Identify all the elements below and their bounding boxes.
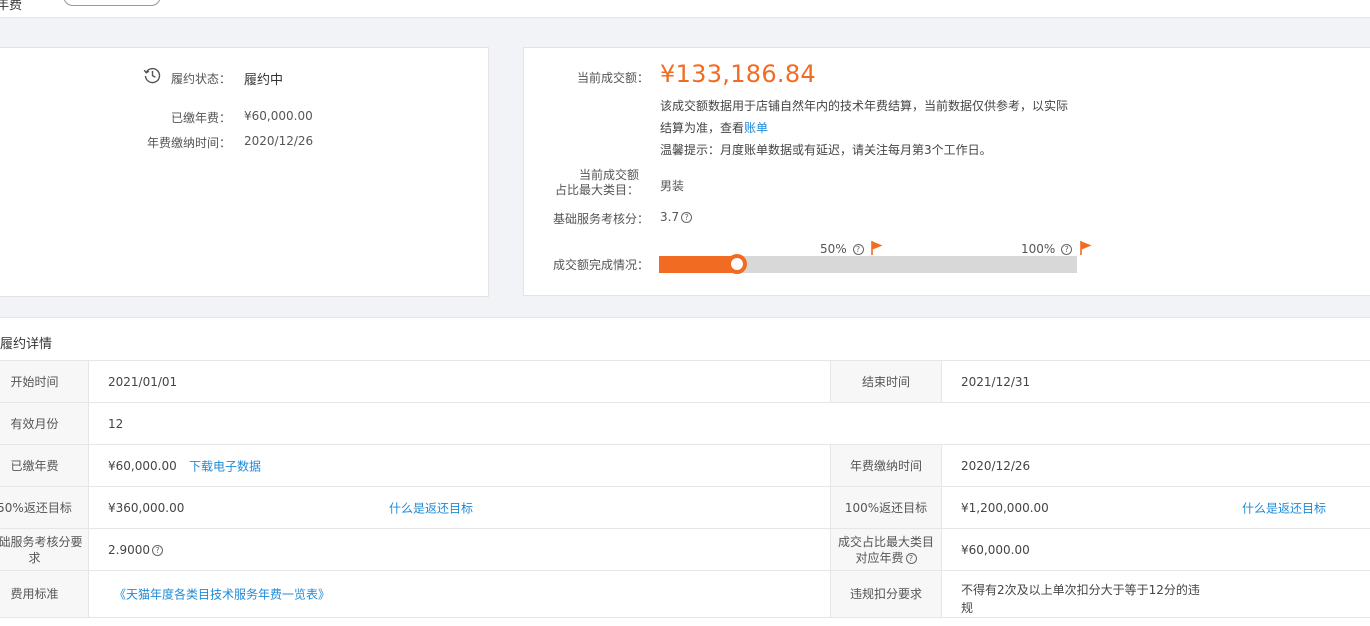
top-category-label: 当前成交额 占比最大类目： (534, 168, 639, 198)
status-label: 履约状态： (170, 72, 231, 86)
top-category-label-line2: 占比最大类目： (554, 183, 639, 197)
top-category-value: 男装 (660, 179, 685, 193)
valid-months-value: 12 (88, 402, 1370, 445)
start-time-value: 2021/01/01 (88, 360, 831, 403)
table-row: 50%返还目标 ¥360,000.00 什么是返还目标 100%返还目标 ¥1,… (0, 486, 1370, 529)
service-score-label: 基础服务考核分： (552, 212, 649, 226)
contract-status-card: 履约状态： 履约中 已缴年费： ¥60,000.00 年费缴纳时间： 2020/… (0, 47, 489, 297)
top-category-fee-line1: 成交占比最大类目 (837, 534, 934, 549)
marker-100-label: 100% (1021, 242, 1056, 256)
violation-requirement-value: 不得有2次及以上单次扣分大于等于12分的违 规 (941, 570, 1370, 618)
top-category-label-line1: 当前成交额 (578, 168, 639, 182)
service-score-number: 3.7 (660, 210, 680, 224)
progress-track (659, 256, 1077, 273)
paid-time-value: 2020/12/26 (244, 134, 314, 148)
table-row: 费用标准 《天猫年度各类目技术服务年费一览表》 违规扣分要求 不得有2次及以上单… (0, 570, 1370, 618)
service-score-value: 3.7? (660, 210, 693, 224)
violation-requirement-line2: 规 (961, 601, 974, 615)
violation-requirement-line1: 不得有2次及以上单次扣分大于等于12分的违 (961, 583, 1200, 597)
amount-note-line2: 结算为准，查看账单 (660, 117, 768, 139)
paid-fee-row-value-cell: ¥60,000.00 下载电子数据 (88, 444, 831, 487)
return-target-100-value: ¥1,200,000.00 (961, 500, 1049, 515)
question-icon[interactable]: ? (152, 544, 163, 556)
service-score-requirement-label: 基础服务考核分要 求 (0, 528, 89, 571)
start-time-label: 开始时间 (0, 360, 89, 403)
question-icon[interactable]: ? (905, 552, 917, 564)
details-title: 履约详情 (0, 337, 53, 352)
amount-note-line3: 温馨提示：月度账单数据或有延迟，请关注每月第3个工作日。 (660, 143, 992, 157)
service-score-requirement-line2: 求 (28, 550, 41, 565)
current-amount-label: 当前成交额： (576, 71, 649, 85)
paid-time-row-value: 2020/12/26 (941, 444, 1370, 487)
status-value: 履约中 (244, 73, 284, 88)
progress-knob[interactable] (727, 254, 747, 274)
top-category-fee-line2: 对应年费 (855, 550, 904, 565)
return-target-100-label: 100%返还目标 (830, 486, 942, 529)
amount-note-line1: 该成交额数据用于店铺自然年内的技术年费结算，当前数据仅供参考，以实际 (660, 99, 1069, 113)
paid-time-label: 年费缴纳时间： (146, 136, 231, 150)
marker-50-label: 50% (820, 242, 847, 256)
current-amount-value: ¥133,186.84 (660, 60, 816, 88)
top-pill-button[interactable] (63, 0, 161, 6)
fee-standard-label: 费用标准 (0, 570, 89, 618)
paid-fee-row-label: 已缴年费 (0, 444, 89, 487)
return-target-50-label: 50%返还目标 (0, 486, 89, 529)
paid-fee-value: ¥60,000.00 (244, 109, 313, 123)
fee-standard-link[interactable]: 《天猫年度各类目技术服务年费一览表》 (114, 586, 330, 603)
question-icon[interactable]: ? (681, 212, 693, 223)
page-title: 年费 (0, 0, 23, 13)
service-score-requirement-line1: 基础服务考核分要 (0, 534, 83, 549)
progress-label: 成交额完成情况： (552, 258, 649, 272)
flag-icon (1080, 241, 1092, 255)
marker-50-question-icon[interactable]: ? (852, 244, 864, 255)
download-data-link[interactable]: 下载电子数据 (189, 457, 261, 474)
amount-note-prefix: 结算为准，查看 (660, 121, 745, 135)
service-score-requirement-cell: 2.9000? (88, 528, 831, 571)
violation-requirement-label: 违规扣分要求 (830, 570, 942, 618)
marker-100: 100% ? (1021, 241, 1092, 256)
bill-link[interactable]: 账单 (744, 121, 768, 135)
table-row: 开始时间 2021/01/01 结束时间 2021/12/31 (0, 360, 1370, 403)
paid-time-row-label: 年费缴纳时间 (830, 444, 942, 487)
paid-fee-row-value: ¥60,000.00 (108, 458, 177, 473)
progress-fill (659, 256, 737, 273)
details-table: 开始时间 2021/01/01 结束时间 2021/12/31 有效月份 12 … (0, 360, 1370, 618)
table-row: 基础服务考核分要 求 2.9000? 成交占比最大类目 对应年费? ¥60,00… (0, 528, 1370, 571)
table-row: 已缴年费 ¥60,000.00 下载电子数据 年费缴纳时间 2020/12/26 (0, 444, 1370, 487)
top-bar: 年费 (0, 0, 1370, 18)
what-is-return-target-link[interactable]: 什么是返还目标 (1242, 499, 1326, 516)
what-is-return-target-link[interactable]: 什么是返还目标 (389, 499, 473, 516)
sales-summary-card: 当前成交额： ¥133,186.84 该成交额数据用于店铺自然年内的技术年费结算… (523, 47, 1370, 296)
flag-icon (871, 241, 883, 255)
fee-standard-cell: 《天猫年度各类目技术服务年费一览表》 (88, 570, 831, 618)
contract-details-section: 履约详情 开始时间 2021/01/01 结束时间 2021/12/31 有效月… (0, 317, 1370, 626)
valid-months-label: 有效月份 (0, 402, 89, 445)
end-time-label: 结束时间 (830, 360, 942, 403)
top-category-fee-value: ¥60,000.00 (941, 528, 1370, 571)
marker-100-question-icon[interactable]: ? (1061, 244, 1073, 255)
table-row: 有效月份 12 (0, 402, 1370, 445)
paid-fee-label: 已缴年费： (170, 111, 231, 125)
return-target-50-value: ¥360,000.00 (108, 500, 185, 515)
top-category-fee-label: 成交占比最大类目 对应年费? (830, 528, 942, 571)
service-score-requirement-value: 2.9000 (108, 542, 150, 557)
marker-50: 50% ? (820, 241, 883, 256)
return-target-100-cell: ¥1,200,000.00 什么是返还目标 (941, 486, 1370, 529)
end-time-value: 2021/12/31 (941, 360, 1370, 403)
return-target-50-cell: ¥360,000.00 什么是返还目标 (88, 486, 831, 529)
